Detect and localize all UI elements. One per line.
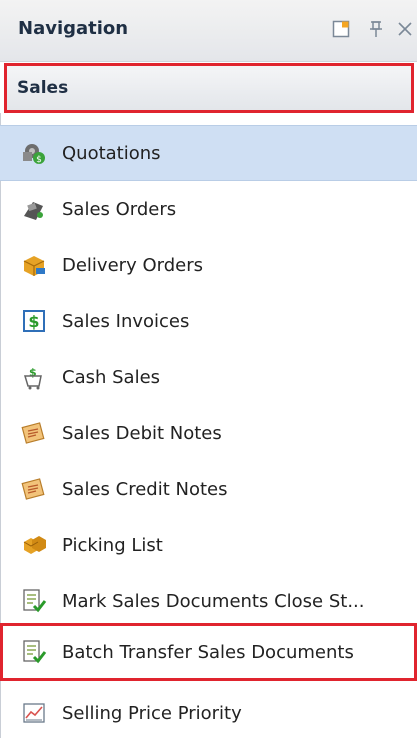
nav-item-batch-transfer-sales-documents[interactable]: Batch Transfer Sales Documents: [0, 623, 417, 681]
nav-item-label: Sales Debit Notes: [62, 422, 222, 444]
section-header-sales[interactable]: Sales: [4, 63, 414, 113]
sales-invoices-icon: $: [20, 307, 48, 335]
nav-item-mark-sales-documents-close[interactable]: Mark Sales Documents Close St...: [0, 573, 417, 629]
navigation-header: Navigation: [0, 0, 417, 62]
cash-sales-icon: $: [20, 363, 48, 391]
nav-item-label: Sales Invoices: [62, 310, 190, 332]
nav-item-label: Delivery Orders: [62, 254, 203, 276]
nav-item-selling-price-priority[interactable]: Selling Price Priority: [0, 685, 417, 741]
delivery-orders-icon: [20, 251, 48, 279]
nav-item-label: Batch Transfer Sales Documents: [62, 641, 354, 663]
nav-item-label: Selling Price Priority: [62, 702, 242, 724]
nav-item-label: Mark Sales Documents Close St...: [62, 590, 365, 612]
navigation-panel: Navigation Sales $ Quotations Sales Orde…: [0, 0, 417, 738]
section-label: Sales: [17, 78, 69, 98]
svg-text:$: $: [29, 366, 37, 379]
quotations-icon: $: [20, 139, 48, 167]
pin-icon[interactable]: [363, 16, 389, 42]
nav-item-sales-credit-notes[interactable]: Sales Credit Notes: [0, 461, 417, 517]
nav-item-label: Quotations: [62, 142, 161, 164]
nav-item-label: Picking List: [62, 534, 163, 556]
mark-close-icon: [20, 587, 48, 615]
nav-item-sales-invoices[interactable]: $ Sales Invoices: [0, 293, 417, 349]
dock-icon[interactable]: [328, 16, 354, 42]
nav-item-label: Sales Credit Notes: [62, 478, 228, 500]
nav-item-sales-orders[interactable]: Sales Orders: [0, 181, 417, 237]
sales-orders-icon: [20, 195, 48, 223]
debit-notes-icon: [20, 419, 48, 447]
credit-notes-icon: [20, 475, 48, 503]
nav-item-label: Cash Sales: [62, 366, 161, 388]
nav-item-quotations[interactable]: $ Quotations: [0, 125, 417, 181]
selling-price-icon: [20, 699, 48, 727]
navigation-title: Navigation: [18, 18, 129, 39]
nav-item-delivery-orders[interactable]: Delivery Orders: [0, 237, 417, 293]
nav-item-picking-list[interactable]: Picking List: [0, 517, 417, 573]
batch-transfer-icon: [20, 638, 48, 666]
picking-list-icon: [20, 531, 48, 559]
nav-item-sales-debit-notes[interactable]: Sales Debit Notes: [0, 405, 417, 461]
close-icon[interactable]: [392, 16, 417, 42]
nav-item-cash-sales[interactable]: $ Cash Sales: [0, 349, 417, 405]
svg-text:$: $: [36, 155, 42, 165]
svg-text:$: $: [28, 312, 39, 331]
nav-item-label: Sales Orders: [62, 198, 177, 220]
